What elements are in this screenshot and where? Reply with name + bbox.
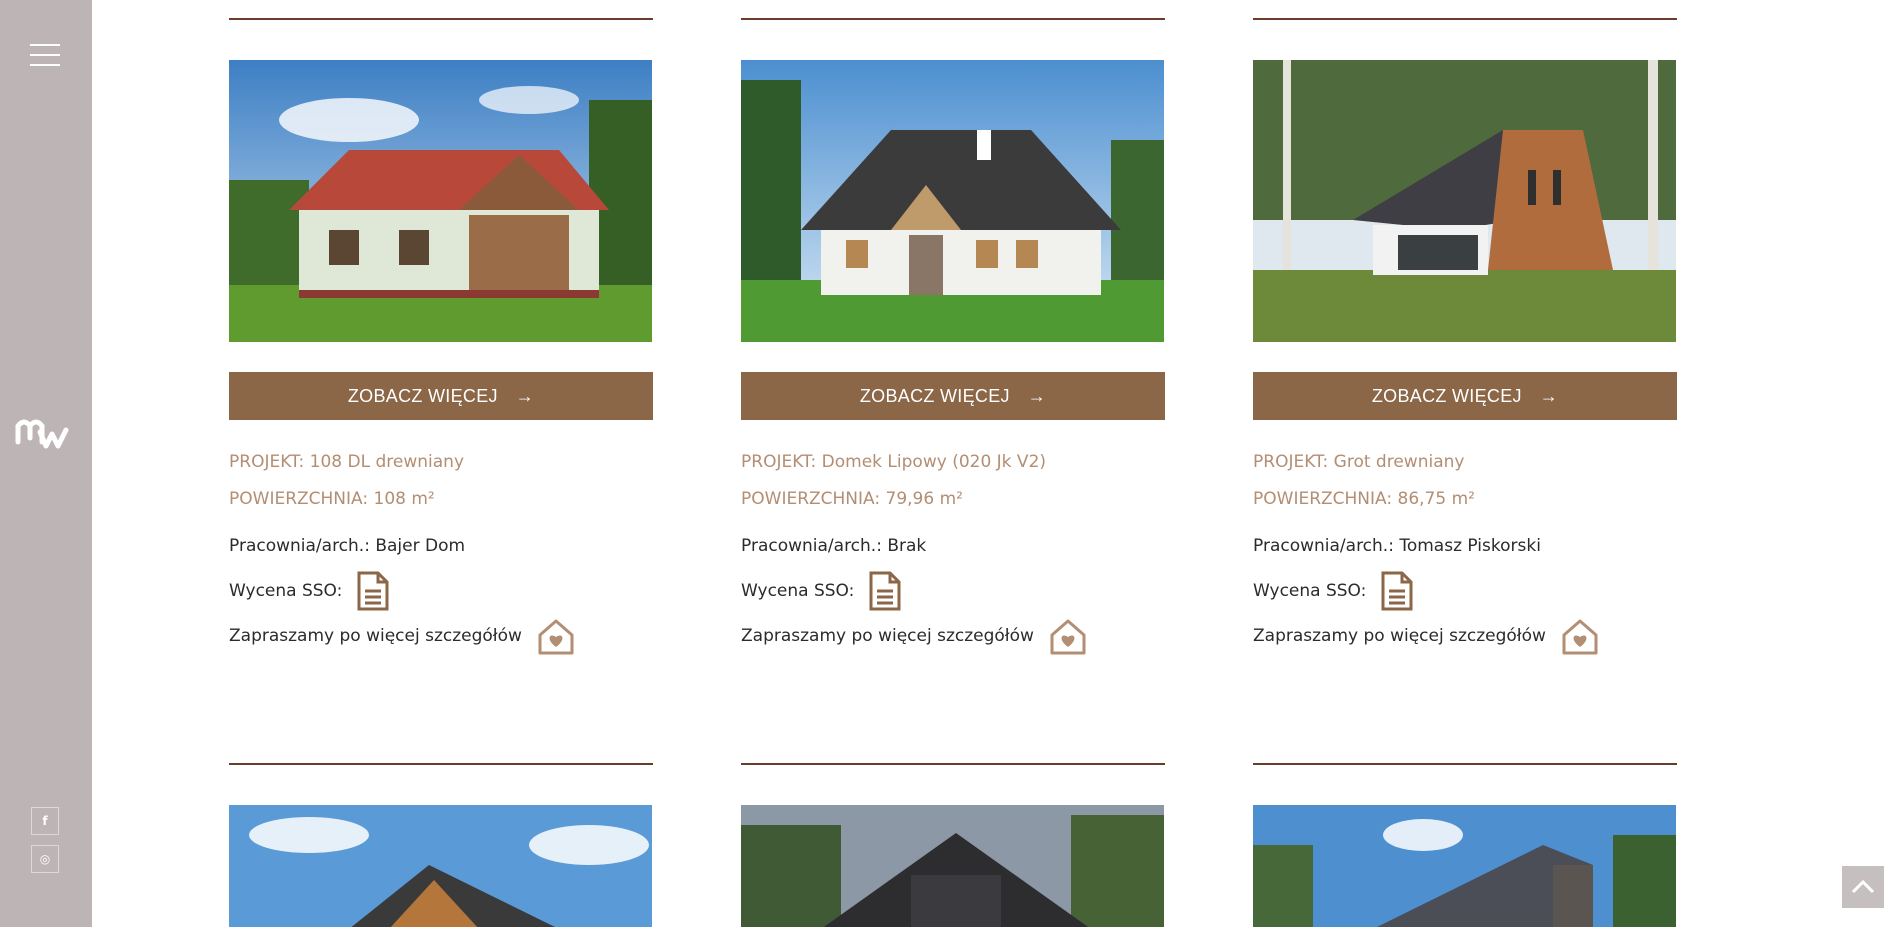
house-image <box>741 60 1164 342</box>
house-image <box>229 60 652 342</box>
arrow-right-icon: → <box>515 385 535 406</box>
project-card: ZOBACZ WIĘCEJ → PROJEKT: Grot drewniany … <box>1253 18 1677 655</box>
project-name[interactable]: PROJEKT: Grot drewniany <box>1253 452 1464 472</box>
details-row: Zapraszamy po więcej szczegółów <box>1253 616 1600 656</box>
scroll-to-top-button[interactable] <box>1842 866 1884 908</box>
project-area: POWIERZCHNIA: 79,96 m² <box>741 489 963 509</box>
chevron-up-icon <box>1851 879 1875 894</box>
details-label: Zapraszamy po więcej szczegółów <box>229 626 522 646</box>
architect-text: Pracownia/arch.: Tomasz Piskorski <box>1253 536 1541 556</box>
project-area: POWIERZCHNIA: 108 m² <box>229 489 435 509</box>
architect-label: Pracownia/arch.: Bajer Dom <box>229 536 466 556</box>
project-card: ZOBACZ WIĘCEJ → PROJEKT: Domek Lipowy (0… <box>741 18 1165 655</box>
sidebar: f ◎ <box>0 0 92 927</box>
mw-logo[interactable] <box>14 412 76 456</box>
divider <box>1253 18 1677 20</box>
instagram-icon[interactable]: ◎ <box>31 845 59 873</box>
project-name[interactable]: PROJEKT: 108 DL drewniany <box>229 452 464 472</box>
document-icon[interactable] <box>868 571 902 611</box>
document-icon[interactable] <box>356 571 390 611</box>
arrow-right-icon: → <box>1027 385 1047 406</box>
architect-text: Pracownia/arch.: Bajer Dom <box>229 536 465 556</box>
sso-row: Wycena SSO: <box>741 571 902 611</box>
facebook-icon[interactable]: f <box>31 807 59 835</box>
architect-text: Pracownia/arch.: Brak <box>741 536 926 556</box>
details-label: Zapraszamy po więcej szczegółów <box>1253 626 1546 646</box>
sso-label: Wycena SSO: <box>1253 581 1367 601</box>
house-heart-icon[interactable] <box>1560 616 1600 656</box>
hamburger-icon[interactable] <box>30 44 60 66</box>
arrow-right-icon: → <box>1539 385 1559 406</box>
house-photo[interactable] <box>229 60 652 342</box>
divider <box>1253 763 1677 765</box>
house-heart-icon[interactable] <box>1048 616 1088 656</box>
project-card <box>741 763 1165 927</box>
project-area: POWIERZCHNIA: 86,75 m² <box>1253 489 1475 509</box>
document-icon[interactable] <box>1380 571 1414 611</box>
architect-label: Pracownia/arch.: Brak <box>741 536 927 556</box>
sso-label: Wycena SSO: <box>741 581 855 601</box>
house-heart-icon[interactable] <box>536 616 576 656</box>
house-image <box>741 805 1164 927</box>
see-more-button[interactable]: ZOBACZ WIĘCEJ → <box>229 372 653 420</box>
house-image <box>1253 60 1676 342</box>
project-card <box>1253 763 1677 927</box>
see-more-label: ZOBACZ WIĘCEJ <box>859 385 1010 406</box>
architect-label: Pracownia/arch.: Tomasz Piskorski <box>1253 536 1541 556</box>
sso-label: Wycena SSO: <box>229 581 343 601</box>
divider <box>741 18 1165 20</box>
project-card <box>229 763 653 927</box>
details-row: Zapraszamy po więcej szczegółów <box>229 616 576 656</box>
house-photo[interactable] <box>229 805 652 927</box>
see-more-button[interactable]: ZOBACZ WIĘCEJ → <box>1253 372 1677 420</box>
house-photo[interactable] <box>741 805 1164 927</box>
house-photo[interactable] <box>1253 805 1676 927</box>
see-more-button[interactable]: ZOBACZ WIĘCEJ → <box>741 372 1165 420</box>
details-label: Zapraszamy po więcej szczegółów <box>741 626 1034 646</box>
project-card: ZOBACZ WIĘCEJ → PROJEKT: 108 DL drewnian… <box>229 18 653 655</box>
see-more-label: ZOBACZ WIĘCEJ <box>347 385 498 406</box>
divider <box>741 763 1165 765</box>
sso-row: Wycena SSO: <box>229 571 390 611</box>
sso-row: Wycena SSO: <box>1253 571 1414 611</box>
divider <box>229 763 653 765</box>
see-more-label: ZOBACZ WIĘCEJ <box>1371 385 1522 406</box>
house-image <box>229 805 652 927</box>
house-photo[interactable] <box>741 60 1164 342</box>
house-photo[interactable] <box>1253 60 1676 342</box>
details-row: Zapraszamy po więcej szczegółów <box>741 616 1088 656</box>
divider <box>229 18 653 20</box>
house-image <box>1253 805 1676 927</box>
project-name[interactable]: PROJEKT: Domek Lipowy (020 Jk V2) <box>741 452 1046 472</box>
